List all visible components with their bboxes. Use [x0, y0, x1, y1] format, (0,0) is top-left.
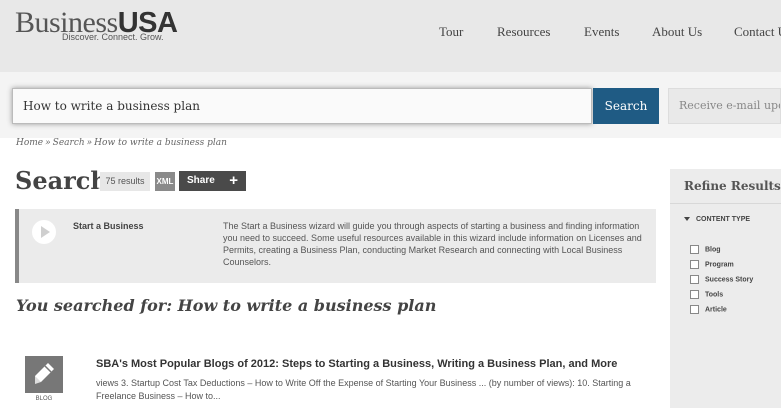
- search-input[interactable]: [23, 89, 583, 123]
- checkbox[interactable]: [690, 275, 699, 284]
- plus-icon: +: [229, 172, 238, 189]
- content-type-facet-toggle[interactable]: CONTENT TYPE: [684, 216, 750, 223]
- checkbox[interactable]: [690, 260, 699, 269]
- breadcrumb-search[interactable]: Search: [53, 138, 85, 148]
- caret-down-icon: [684, 217, 690, 222]
- facet-tools[interactable]: Tools: [690, 290, 723, 299]
- results-count-badge: 75 results: [100, 172, 150, 191]
- facet-article[interactable]: Article: [690, 305, 727, 314]
- pencil-icon: [35, 363, 54, 384]
- wizard-title-link[interactable]: Start a Business: [73, 221, 144, 231]
- search-button[interactable]: Search: [593, 88, 659, 124]
- wizard-description: The Start a Business wizard will guide y…: [223, 221, 642, 267]
- email-updates-box[interactable]: Receive e-mail upda: [668, 88, 781, 124]
- search-box[interactable]: [12, 88, 592, 124]
- facet-label: Article: [705, 306, 727, 314]
- nav-contact-us[interactable]: Contact U: [734, 24, 781, 40]
- share-label: Share: [187, 175, 215, 186]
- play-icon[interactable]: [32, 220, 56, 244]
- checkbox[interactable]: [690, 290, 699, 299]
- breadcrumb: Home» Search» How to write a business plan: [16, 138, 227, 148]
- result-type-label: BLOG: [35, 396, 53, 402]
- xml-feed-button[interactable]: XML: [155, 172, 175, 191]
- page-title: Search: [15, 166, 108, 195]
- blog-result-icon: [25, 356, 63, 393]
- nav-resources[interactable]: Resources: [497, 24, 550, 40]
- facet-blog[interactable]: Blog: [690, 245, 721, 254]
- breadcrumb-separator: »: [86, 138, 93, 148]
- share-button[interactable]: Share +: [179, 171, 246, 191]
- facet-success-story[interactable]: Success Story: [690, 275, 753, 284]
- breadcrumb-home[interactable]: Home: [16, 138, 43, 148]
- checkbox[interactable]: [690, 245, 699, 254]
- result-snippet: views 3. Startup Cost Tax Deductions – H…: [96, 378, 631, 401]
- logo-tagline: Discover. Connect. Grow.: [62, 32, 164, 42]
- you-searched-heading: You searched for: How to write a busines…: [16, 296, 437, 315]
- nav-events[interactable]: Events: [584, 24, 619, 40]
- nav-tour[interactable]: Tour: [439, 24, 463, 40]
- facet-heading: CONTENT TYPE: [696, 216, 751, 223]
- nav-about-us[interactable]: About Us: [652, 24, 702, 40]
- facet-label: Program: [705, 261, 734, 269]
- facet-label: Tools: [705, 291, 724, 299]
- facet-label: Blog: [705, 246, 721, 254]
- checkbox[interactable]: [690, 305, 699, 314]
- divider: [670, 203, 781, 204]
- facet-label: Success Story: [705, 276, 754, 284]
- site-header: BusinessUSA Discover. Connect. Grow. Tou…: [0, 0, 781, 72]
- facet-program[interactable]: Program: [690, 260, 734, 269]
- result-title-link[interactable]: SBA's Most Popular Blogs of 2012: Steps …: [96, 358, 617, 370]
- breadcrumb-separator: »: [45, 138, 51, 148]
- refine-results-title: Refine Results: [684, 179, 781, 193]
- wizard-callout: Start a Business The Start a Business wi…: [15, 209, 656, 283]
- breadcrumb-current: How to write a business plan: [94, 138, 227, 148]
- refine-results-panel: Refine Results CONTENT TYPE Blog Program…: [670, 169, 781, 408]
- email-updates-label: Receive e-mail upda: [679, 99, 781, 112]
